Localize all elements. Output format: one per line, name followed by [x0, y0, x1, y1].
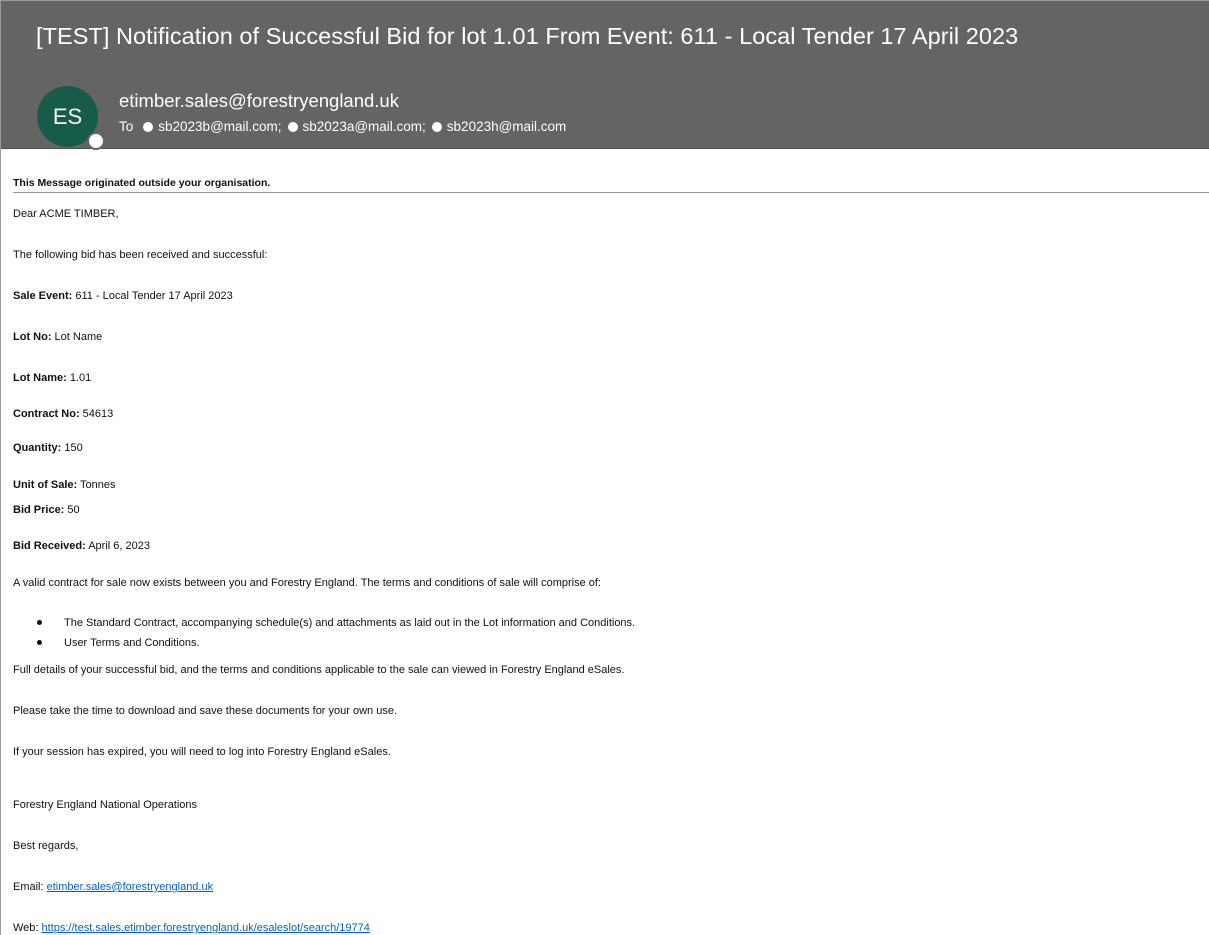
to-label: To [119, 119, 134, 134]
field-quantity: Quantity: 150 [13, 441, 83, 455]
web-contact-line: Web: https://test.sales.etimber.forestry… [13, 921, 370, 935]
field-lot-name: Lot Name: 1.01 [13, 371, 91, 385]
field-value: 50 [64, 504, 80, 516]
field-value: 150 [61, 442, 83, 454]
field-label: Bid Received: [13, 540, 86, 552]
email-header: [TEST] Notification of Successful Bid fo… [1, 1, 1209, 150]
regards-text: Best regards, [13, 840, 79, 852]
download-text: Please take the time to download and sav… [13, 705, 398, 717]
bullet-icon [37, 620, 42, 625]
email-subject: [TEST] Notification of Successful Bid fo… [36, 23, 1019, 49]
contract-text: A valid contract for sale now exists bet… [13, 577, 601, 589]
field-label: Lot Name: [13, 372, 67, 384]
field-value: Tonnes [77, 479, 116, 491]
recipient-address: sb2023h@mail.com [446, 119, 567, 134]
list-item-text: User Terms and Conditions. [64, 637, 200, 649]
bullet-icon [37, 640, 42, 645]
field-bid-received: Bid Received: April 6, 2023 [13, 539, 150, 553]
email-body: This Message originated outside your org… [13, 149, 1209, 934]
list-item: User Terms and Conditions. [13, 636, 635, 656]
recipient-chip[interactable]: sb2023a@mail.com; [287, 119, 426, 134]
recipient-address: sb2023b@mail.com; [158, 119, 282, 134]
presence-status-icon [87, 132, 105, 150]
field-label: Bid Price: [13, 504, 65, 516]
field-label: Contract No: [13, 408, 80, 420]
intro-text: The following bid has been received and … [13, 249, 268, 261]
field-lot-no: Lot No: Lot Name [13, 330, 102, 344]
list-item-text: The Standard Contract, accompanying sche… [64, 617, 636, 629]
sender-address[interactable]: etimber.sales@forestryengland.uk [119, 90, 399, 112]
presence-dot-icon [431, 121, 442, 132]
field-label: Quantity: [13, 442, 62, 454]
presence-dot-icon [143, 121, 154, 132]
field-contract-no: Contract No: 54613 [13, 407, 113, 421]
list-item: The Standard Contract, accompanying sche… [13, 616, 635, 636]
email-label: Email: [13, 881, 47, 893]
external-sender-notice: This Message originated outside your org… [13, 149, 1209, 193]
recipient-chip[interactable]: sb2023b@mail.com; [143, 119, 282, 134]
recipient-address: sb2023a@mail.com; [302, 119, 426, 134]
email-window: [TEST] Notification of Successful Bid fo… [0, 0, 1209, 935]
field-value: 54613 [79, 408, 114, 420]
field-label: Unit of Sale: [13, 479, 78, 491]
field-value: April 6, 2023 [85, 540, 150, 552]
field-value: 1.01 [66, 372, 92, 384]
email-contact-line: Email: etimber.sales@forestryengland.uk [13, 880, 213, 894]
email-link[interactable]: etimber.sales@forestryengland.uk [47, 881, 213, 893]
field-value: Lot Name [51, 331, 103, 343]
field-label: Lot No: [13, 331, 52, 343]
recipients-line: To sb2023b@mail.com; sb2023a@mail.com; s… [119, 119, 566, 134]
field-value: 611 - Local Tender 17 April 2023 [72, 290, 233, 302]
presence-dot-icon [287, 121, 298, 132]
field-label: Sale Event: [13, 290, 73, 302]
greeting: Dear ACME TIMBER, [13, 208, 119, 220]
field-unit-of-sale: Unit of Sale: Tonnes [13, 478, 116, 492]
signoff-organisation: Forestry England National Operations [13, 799, 198, 811]
web-link[interactable]: https://test.sales.etimber.forestryengla… [42, 922, 370, 934]
field-sale-event: Sale Event: 611 - Local Tender 17 April … [13, 289, 233, 303]
session-text: If your session has expired, you will ne… [13, 746, 391, 758]
recipient-chip[interactable]: sb2023h@mail.com [431, 119, 567, 134]
terms-list: The Standard Contract, accompanying sche… [13, 616, 635, 656]
web-label: Web: [13, 922, 42, 934]
details-text: Full details of your successful bid, and… [13, 664, 625, 676]
field-bid-price: Bid Price: 50 [13, 503, 80, 517]
avatar-initials: ES [52, 103, 83, 129]
